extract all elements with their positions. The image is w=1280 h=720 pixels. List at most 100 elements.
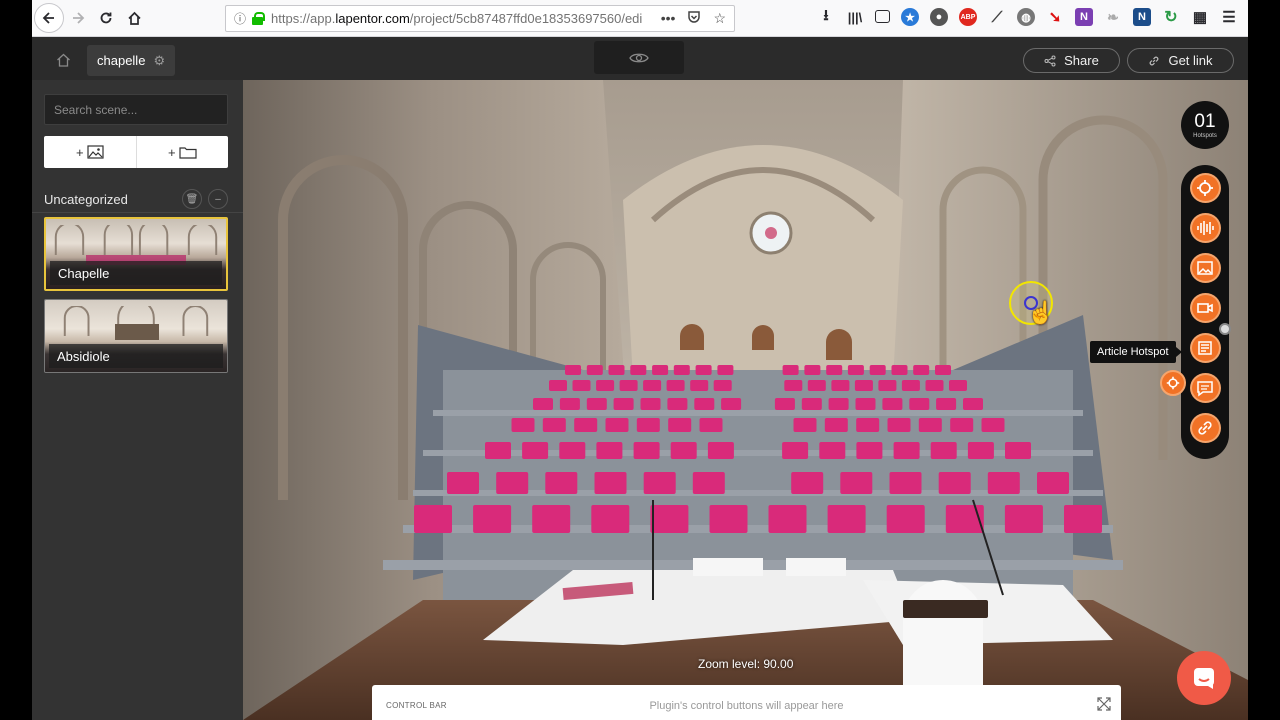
url-hotspot-icon[interactable] <box>1189 413 1221 443</box>
scene-sidebar: Search scene... + + Uncategorized 🗑 – Ch… <box>32 80 243 720</box>
group-name: Uncategorized <box>44 191 128 207</box>
browser-toolbar: ⓘ https://app.lapentor.com/project/5cb87… <box>32 0 1248 37</box>
add-scene-button[interactable]: + <box>44 136 136 168</box>
refresh-green-icon[interactable]: ↻ <box>1162 8 1180 26</box>
seat <box>886 505 925 533</box>
collapse-icon[interactable]: – <box>208 189 228 209</box>
page-actions-icon[interactable]: ••• <box>661 10 676 27</box>
pocket-icon[interactable] <box>687 10 701 27</box>
library-icon[interactable]: |||\ <box>846 8 864 26</box>
seat <box>640 398 661 410</box>
fullscreen-off-icon[interactable] <box>1097 697 1111 711</box>
tooltip-text: Article Hotspot <box>1097 346 1169 358</box>
seat <box>935 365 951 375</box>
dropper-icon[interactable]: ⟋ <box>988 8 1006 26</box>
seat <box>636 418 660 432</box>
seat <box>613 398 634 410</box>
hand-cursor-icon: ☝ <box>1027 300 1055 325</box>
seat <box>668 418 692 432</box>
reload-icon[interactable] <box>92 4 120 32</box>
seat <box>608 365 625 375</box>
seat <box>695 365 712 375</box>
back-icon[interactable] <box>34 3 64 33</box>
seat <box>930 442 957 459</box>
point-hotspot-icon[interactable] <box>1189 173 1221 203</box>
seat <box>807 380 826 391</box>
seat <box>532 505 571 533</box>
info-icon[interactable]: ⓘ <box>234 10 246 27</box>
seat <box>791 472 824 494</box>
seat <box>963 398 983 410</box>
forward-icon[interactable] <box>64 4 92 32</box>
seat <box>824 418 848 432</box>
seat <box>831 380 850 391</box>
url-prefix: https://app. <box>271 11 336 26</box>
seat <box>869 365 886 375</box>
lock-icon <box>252 12 266 25</box>
preview-button[interactable] <box>594 41 684 74</box>
onenote-icon[interactable]: N <box>1075 8 1093 26</box>
seat <box>643 472 676 494</box>
image-hotspot-icon[interactable] <box>1189 253 1221 283</box>
search-input[interactable]: Search scene... <box>44 94 228 125</box>
seat <box>596 380 615 391</box>
seat <box>882 398 903 410</box>
video-hotspot-icon[interactable] <box>1189 293 1221 323</box>
seat <box>692 472 725 494</box>
scene-item-chapelle[interactable]: Chapelle <box>44 217 228 291</box>
seat <box>784 380 803 391</box>
seat <box>801 398 822 410</box>
textbox-hotspot-icon[interactable] <box>1189 373 1221 403</box>
sound-hotspot-icon[interactable] <box>1189 213 1221 243</box>
globe-icon[interactable]: ◍ <box>1017 8 1035 26</box>
get-link-button[interactable]: Get link <box>1127 48 1234 73</box>
app-home-icon[interactable] <box>48 45 78 75</box>
trash-icon[interactable]: 🗑 <box>182 189 202 209</box>
url-bar[interactable]: ⓘ https://app.lapentor.com/project/5cb87… <box>225 5 735 32</box>
add-folder-button[interactable]: + <box>135 136 229 168</box>
divider <box>32 212 243 213</box>
slider-handle[interactable] <box>1219 323 1231 335</box>
hotspot-counter[interactable]: 01 Hotspots <box>1181 101 1229 149</box>
seat <box>878 380 897 391</box>
gear-icon[interactable]: ⚙ <box>153 53 165 69</box>
seat <box>847 365 864 375</box>
menu-icon[interactable]: ☰ <box>1220 8 1238 26</box>
scene-label: Absidiole <box>49 344 223 368</box>
chat-icon[interactable] <box>1177 651 1231 705</box>
seat <box>533 398 553 410</box>
qr-icon[interactable]: ▦ <box>1191 8 1209 26</box>
share-button[interactable]: Share <box>1023 48 1120 73</box>
search-placeholder: Search scene... <box>54 102 138 117</box>
article-hotspot-icon[interactable] <box>1189 333 1221 363</box>
project-name-button[interactable]: chapelle ⚙ <box>87 45 176 76</box>
extension-blue-icon[interactable]: ★ <box>901 8 919 26</box>
placed-hotspot-icon[interactable] <box>1160 370 1186 396</box>
n-icon[interactable]: N <box>1133 8 1151 26</box>
leaf-icon[interactable]: ❧ <box>1104 8 1122 26</box>
extension-gray-icon[interactable]: ● <box>930 8 948 26</box>
seat <box>826 365 843 375</box>
home-icon[interactable] <box>120 4 148 32</box>
scene-label: Chapelle <box>50 261 222 285</box>
seat <box>949 380 967 391</box>
project-name: chapelle <box>97 53 146 68</box>
add-folder-plus: + <box>167 144 176 160</box>
url-text[interactable]: https://app.lapentor.com/project/5cb8748… <box>271 11 661 26</box>
control-bar-message: Plugin's control buttons will appear her… <box>649 700 844 712</box>
panorama-viewer[interactable]: 01 Hotspots Article Hotspot ☝ Zoom level… <box>243 80 1248 720</box>
link-icon <box>1150 56 1159 65</box>
download-icon[interactable]: ⭳ <box>817 7 835 26</box>
seat <box>918 418 942 432</box>
app-window: ⓘ https://app.lapentor.com/project/5cb87… <box>32 0 1248 720</box>
seat <box>925 380 944 391</box>
seat <box>549 380 567 391</box>
bookmark-star-icon[interactable]: ☆ <box>713 10 726 27</box>
arrow-icon[interactable]: ➘ <box>1046 8 1064 26</box>
scene-item-absidiole[interactable]: Absidiole <box>44 299 228 373</box>
panorama-image <box>243 80 1248 720</box>
reader-icon[interactable] <box>875 10 890 23</box>
seat <box>936 398 957 410</box>
adblock-icon[interactable]: ABP <box>959 8 977 26</box>
seat <box>967 442 994 459</box>
